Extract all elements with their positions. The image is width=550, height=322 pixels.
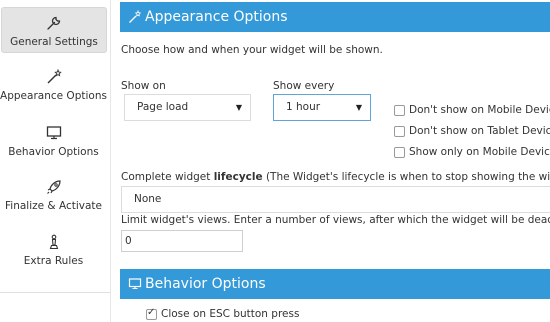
caret-down-icon: ▼: [355, 103, 362, 112]
close-on-esc-label: Close on ESC button press: [161, 308, 300, 320]
dont-show-tablet-checkbox[interactable]: [394, 126, 405, 137]
sidebar-item-label: Appearance Options: [0, 90, 107, 102]
magic-wand-icon: [129, 10, 142, 23]
dont-show-tablet-label: Don't show on Tablet Devices: [409, 125, 550, 137]
show-on-value: Page load: [137, 101, 189, 113]
magic-wand-icon: [47, 68, 62, 84]
limit-views-input[interactable]: 0: [121, 230, 243, 252]
lifecycle-label: Complete widget lifecycle (The Widget's …: [121, 171, 550, 183]
sidebar-item-appearance-options[interactable]: Appearance Options: [0, 68, 107, 102]
show-every-value: 1 hour: [286, 101, 321, 113]
limit-views-label: Limit widget's views. Enter a number of …: [121, 214, 550, 226]
main-content: Appearance Options Choose how and when y…: [111, 0, 550, 322]
appearance-intro: Choose how and when your widget will be …: [121, 44, 383, 56]
dont-show-mobile-label: Don't show on Mobile Devices: [409, 104, 550, 116]
sidebar-item-label: General Settings: [10, 36, 98, 48]
show-every-select[interactable]: 1 hour ▼: [273, 94, 371, 121]
sidebar-item-general-settings[interactable]: General Settings: [1, 7, 107, 53]
section-title: Behavior Options: [145, 276, 266, 292]
show-every-label: Show every: [273, 80, 335, 92]
lifecycle-select[interactable]: None: [121, 186, 550, 213]
close-on-esc-checkbox[interactable]: [146, 307, 157, 320]
show-on-select[interactable]: Page load ▼: [124, 94, 251, 121]
monitor-icon: [128, 278, 142, 290]
lifecycle-prefix: Complete widget: [121, 171, 214, 183]
appearance-options-header: Appearance Options: [120, 2, 550, 32]
chess-piece-icon: [49, 234, 58, 250]
sidebar-item-extra-rules[interactable]: Extra Rules: [0, 233, 107, 267]
lifecycle-value: None: [134, 193, 162, 205]
lifecycle-suffix: (The Widget's lifecycle is when to stop …: [265, 171, 550, 183]
sidebar: General Settings Appearance Options Beha…: [0, 0, 111, 322]
rocket-icon: [46, 180, 61, 194]
sidebar-item-behavior-options[interactable]: Behavior Options: [0, 124, 107, 158]
show-on-label: Show on: [121, 80, 166, 92]
sidebar-item-label: Behavior Options: [8, 146, 99, 158]
sidebar-item-label: Finalize & Activate: [5, 200, 102, 212]
caret-down-icon: ▼: [235, 103, 242, 112]
dont-show-mobile-checkbox[interactable]: [394, 105, 405, 116]
show-only-mobile-label: Show only on Mobile Devices: [409, 146, 550, 158]
divider: [0, 292, 111, 293]
monitor-icon: [46, 126, 61, 140]
sidebar-item-finalize-activate[interactable]: Finalize & Activate: [0, 178, 107, 212]
sidebar-item-label: Extra Rules: [23, 255, 84, 267]
behavior-options-header: Behavior Options: [120, 269, 550, 299]
section-title: Appearance Options: [145, 9, 288, 25]
lifecycle-bold: lifecycle: [213, 171, 263, 183]
app-root: General Settings Appearance Options Beha…: [0, 0, 550, 322]
show-only-mobile-checkbox[interactable]: [394, 147, 405, 158]
wrench-icon: [47, 16, 61, 30]
